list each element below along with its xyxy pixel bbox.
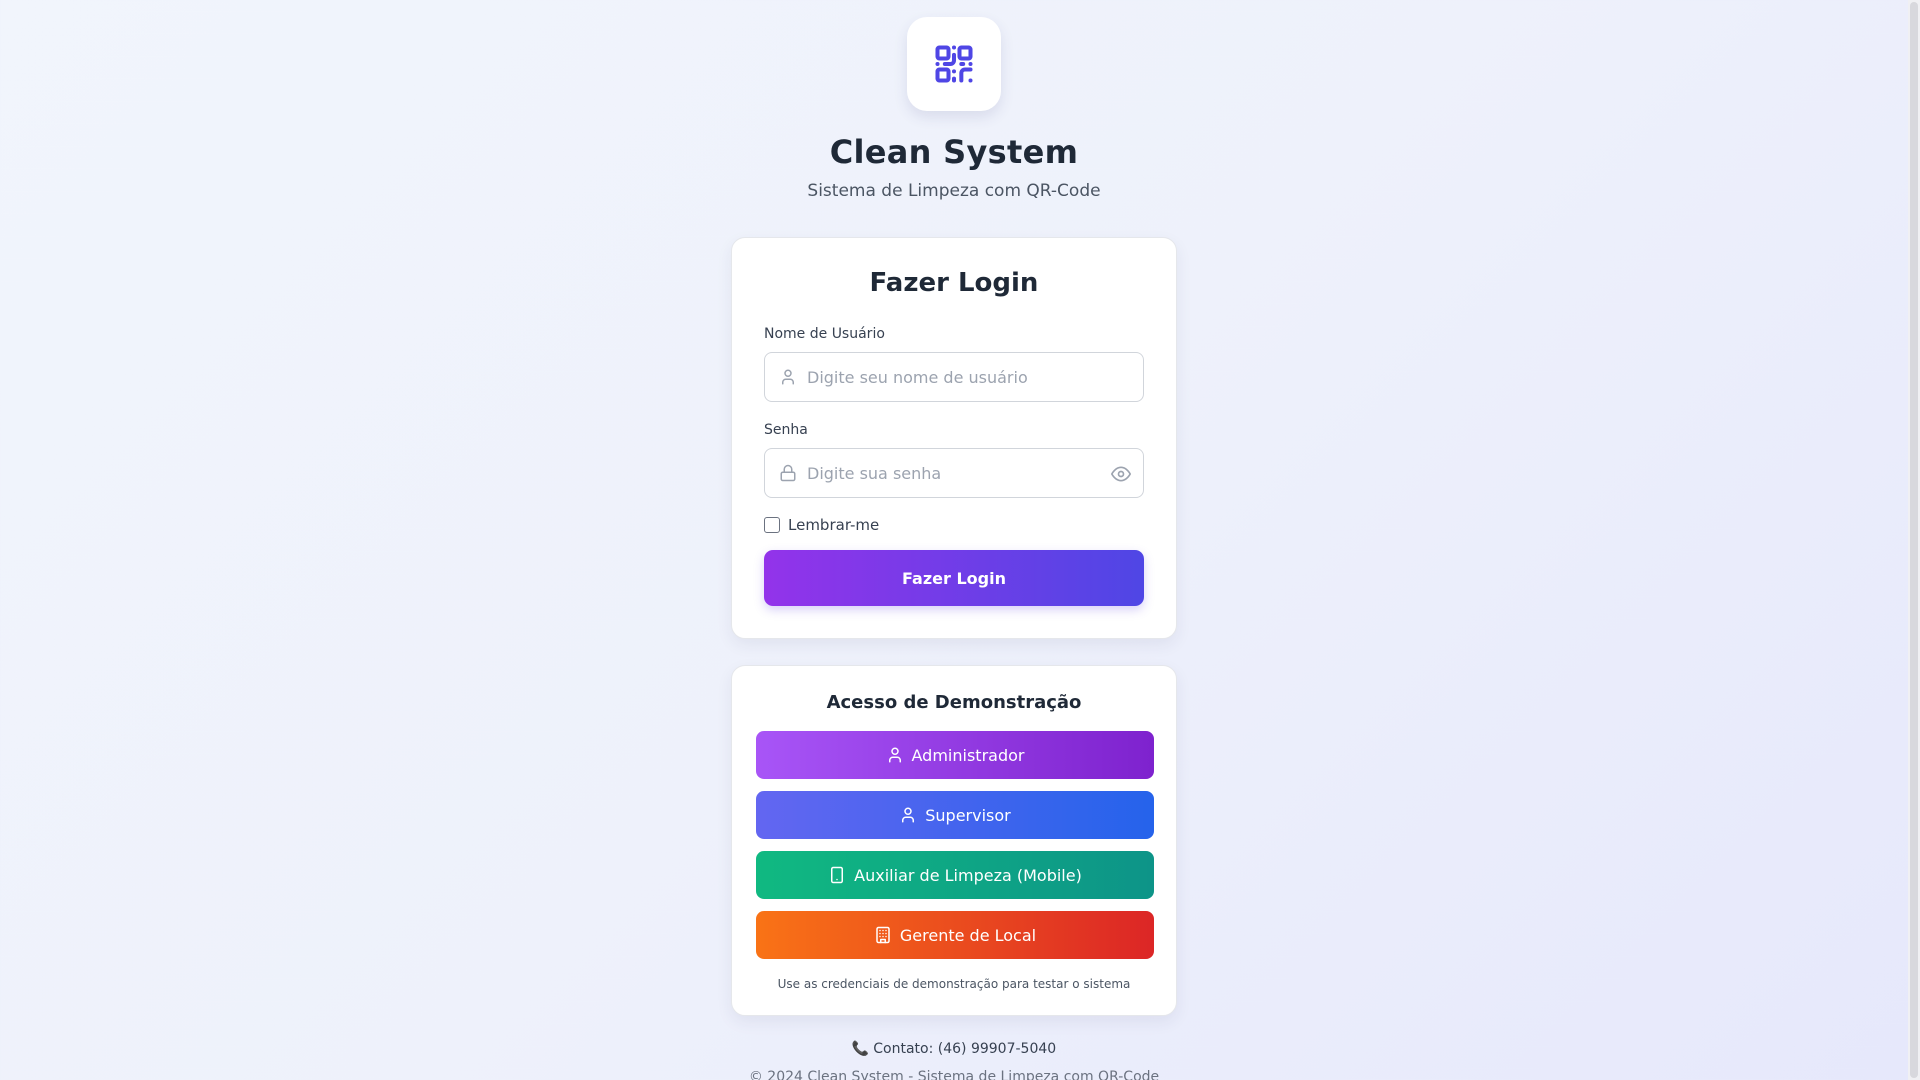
demo-supervisor-label: Supervisor (925, 805, 1011, 825)
demo-title: Acesso de Demonstração (826, 692, 1082, 713)
contact-text: Contato: (46) 99907-5040 (873, 1041, 1057, 1057)
show-password-toggle[interactable] (1111, 464, 1131, 488)
remember-me-label[interactable]: Lembrar-me (788, 516, 879, 534)
username-label: Nome de Usuário (764, 326, 885, 342)
demo-auxiliar-label: Auxiliar de Limpeza (Mobile) (854, 865, 1082, 885)
remember-me: Lembrar-me (764, 516, 1144, 534)
eye-icon (1111, 466, 1131, 482)
login-button[interactable]: Fazer Login (764, 550, 1144, 606)
demo-admin-label: Administrador (911, 745, 1025, 765)
user-icon (888, 747, 901, 763)
smartphone-icon (831, 866, 844, 884)
phone-icon: 📞 (851, 1041, 870, 1057)
scrollbar-thumb[interactable] (1910, 2, 1918, 1078)
app-title: Clean System (829, 133, 1079, 171)
demo-auxiliar-button[interactable]: Auxiliar de Limpeza (Mobile) (756, 851, 1154, 899)
copyright: © 2024 Clean System - Sistema de Limpeza… (748, 1069, 1160, 1080)
login-card: Fazer Login Nome de Usuário Senha (731, 237, 1177, 639)
demo-access-card: Acesso de Demonstração Administrador Sup… (731, 665, 1177, 1016)
demo-admin-button[interactable]: Administrador (756, 731, 1154, 779)
login-page: Clean System Sistema de Limpeza com QR-C… (0, 0, 1908, 1080)
app-logo (907, 17, 1001, 111)
username-field[interactable] (764, 352, 1144, 402)
password-field[interactable] (764, 448, 1144, 498)
username-input[interactable] (807, 367, 1107, 387)
demo-gerente-button[interactable]: Gerente de Local (756, 911, 1154, 959)
login-title: Fazer Login (869, 268, 1039, 298)
demo-supervisor-button[interactable]: Supervisor (756, 791, 1154, 839)
demo-gerente-label: Gerente de Local (899, 925, 1037, 945)
building-icon (876, 926, 890, 944)
demo-note: Use as credenciais de demonstração para … (777, 977, 1131, 991)
page-scrollbar[interactable] (1908, 0, 1920, 1080)
contact-info: 📞 Contato: (46) 99907-5040 (852, 1041, 1056, 1057)
password-label: Senha (764, 422, 808, 438)
user-icon (902, 807, 915, 823)
remember-me-checkbox[interactable] (764, 517, 780, 533)
qr-code-icon (935, 45, 973, 83)
password-input[interactable] (807, 463, 1107, 483)
user-icon (782, 369, 794, 385)
app-subtitle: Sistema de Limpeza com QR-Code (807, 181, 1101, 201)
lock-icon (780, 464, 796, 482)
